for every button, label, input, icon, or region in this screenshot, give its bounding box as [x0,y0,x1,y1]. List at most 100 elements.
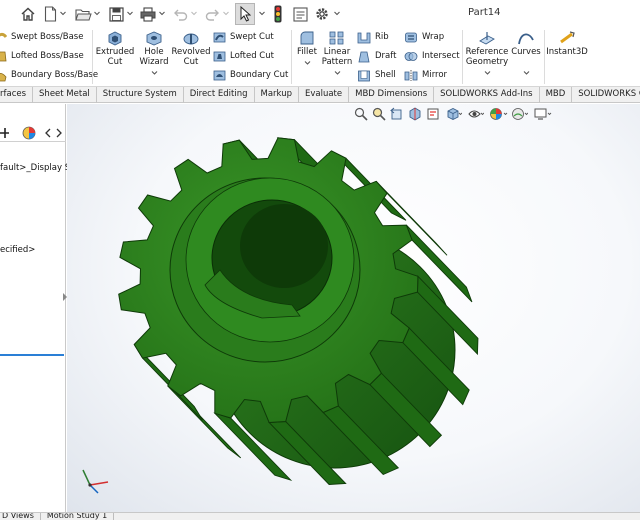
configuration-manager-icon[interactable] [0,127,10,139]
swept-boss-base-button[interactable]: Swept Boss/Base [0,28,83,46]
display-manager-icon[interactable] [22,126,36,140]
swept-cut-icon [213,32,226,42]
rib-button[interactable]: Rib [357,28,389,46]
chevron-left-icon[interactable] [44,127,52,139]
command-manager-ribbon: Swept Boss/Base Lofted Boss/Base Boundar… [0,28,640,86]
tab-motion-study[interactable]: Motion Study 1 [41,513,115,520]
boundary-boss-base-button[interactable]: Boundary Boss/Base [0,66,98,84]
extruded-cut-icon [108,31,122,46]
home-icon[interactable] [18,3,38,25]
lofted-cut-button[interactable]: Lofted Cut [213,47,274,65]
mirror-button[interactable]: Mirror [404,66,447,84]
select-arrow-icon[interactable] [235,3,255,25]
linear-pattern-label-2: Pattern [321,57,353,67]
shell-label: Shell [375,70,396,80]
tab-markup[interactable]: Markup [255,87,299,103]
curves-icon [518,33,534,45]
tab-3d-views[interactable]: D Views [0,513,41,520]
redo-icon[interactable] [204,3,220,25]
lofted-cut-label: Lofted Cut [230,51,274,61]
chevron-down-icon[interactable] [259,9,265,17]
tree-item-material[interactable]: ecified> [0,245,35,255]
panel-selection-divider [0,354,64,356]
instant3d-icon [560,31,575,44]
graphics-area[interactable] [67,104,640,512]
new-document-icon[interactable] [42,3,58,25]
mirror-label: Mirror [422,70,448,80]
revolved-cut-label-1: Revolved [171,47,211,57]
revolved-cut-button[interactable]: Revolved Cut [171,30,211,67]
shell-icon [358,70,370,81]
reference-geometry-button[interactable]: Reference Geometry [466,30,508,77]
chevron-down-icon[interactable] [151,70,158,76]
document-title: Part14 [468,7,501,18]
linear-pattern-label-1: Linear [323,47,351,57]
intersect-label: Intersect [422,51,460,61]
tab-sheet-metal[interactable]: Sheet Metal [33,87,97,103]
revolved-cut-label-2: Cut [183,57,199,67]
draft-button[interactable]: Draft [357,47,396,65]
rebuild-traffic-light-icon[interactable] [272,3,284,25]
chevron-down-icon[interactable] [191,9,197,17]
chevron-right-icon[interactable] [55,127,63,139]
panel-tab-strip [0,124,66,142]
hole-wizard-button[interactable]: Hole Wizard [138,30,170,77]
chevron-down-icon[interactable] [484,70,491,76]
gear-model[interactable] [67,104,640,512]
extruded-cut-label-1: Extruded [95,47,135,57]
wrap-button[interactable]: Wrap [404,28,444,46]
reference-geometry-icon [479,32,495,45]
tab-solidworks-add-ins[interactable]: SOLIDWORKS Add-Ins [434,87,540,103]
chevron-down-icon[interactable] [223,9,229,17]
chevron-down-icon[interactable] [127,9,133,17]
fillet-button[interactable]: Fillet [295,30,319,67]
file-properties-icon[interactable] [292,3,308,25]
extruded-cut-button[interactable]: Extruded Cut [96,30,134,67]
undo-icon[interactable] [172,3,188,25]
ribbon-divider [462,30,463,84]
tab-surfaces[interactable]: rfaces [0,87,34,103]
chevron-down-icon[interactable] [304,60,311,66]
open-folder-icon[interactable] [74,3,92,25]
swept-cut-label: Swept Cut [230,32,274,42]
rib-label: Rib [375,32,389,42]
tab-mbd[interactable]: MBD [540,87,573,103]
wrap-label: Wrap [422,32,445,42]
chevron-down-icon[interactable] [523,70,530,76]
instant3d-button[interactable]: Instant3D [546,30,588,57]
chevron-down-icon[interactable] [334,9,340,17]
tab-solidworks-cam[interactable]: SOLIDWORKS CAM [572,87,640,103]
linear-pattern-icon [329,31,344,45]
chevron-down-icon[interactable] [94,9,100,17]
bottom-tabs: D Views Motion Study 1 [0,512,640,520]
curves-label: Curves [511,47,541,57]
boundary-cut-button[interactable]: Boundary Cut [213,66,288,84]
shell-button[interactable]: Shell [357,66,396,84]
extruded-cut-label-2: Cut [107,57,123,67]
chevron-down-icon[interactable] [60,9,66,17]
swept-cut-button[interactable]: Swept Cut [213,28,274,46]
tree-item-display-state[interactable]: fault>_Display S [0,163,70,173]
save-icon[interactable] [108,3,124,25]
tab-structure-system[interactable]: Structure System [97,87,184,103]
print-icon[interactable] [140,3,156,25]
feature-manager-panel: fault>_Display S ecified> [0,104,70,512]
reference-geometry-label-1: Reference [465,47,509,57]
chevron-down-icon[interactable] [334,70,341,76]
tab-evaluate[interactable]: Evaluate [299,87,350,103]
tab-direct-editing[interactable]: Direct Editing [184,87,255,103]
options-gear-icon[interactable] [314,3,330,25]
draft-icon [358,51,370,62]
curves-button[interactable]: Curves [511,30,541,77]
lofted-boss-base-button[interactable]: Lofted Boss/Base [0,47,84,65]
gear-bore-shadow [240,204,328,288]
instant3d-label: Instant3D [546,47,588,57]
chevron-down-icon[interactable] [159,9,165,17]
ribbon-divider [291,30,292,84]
intersect-icon [404,51,418,61]
linear-pattern-button[interactable]: Linear Pattern [321,30,353,77]
intersect-button[interactable]: Intersect [404,47,460,65]
fillet-icon [300,31,314,45]
tab-mbd-dimensions[interactable]: MBD Dimensions [349,87,435,103]
boundary-cut-label: Boundary Cut [230,70,289,80]
